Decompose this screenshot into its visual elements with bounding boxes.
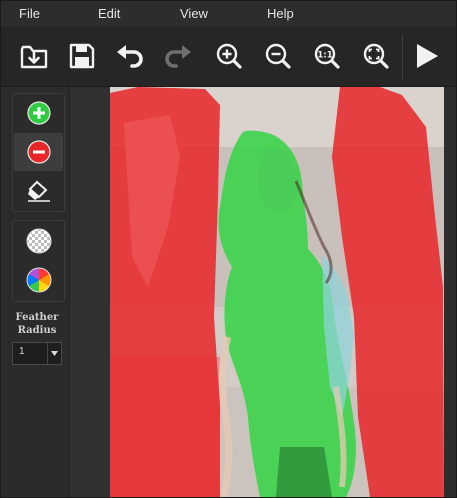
eraser-icon (27, 180, 50, 202)
undo-button[interactable] (112, 38, 148, 74)
save-icon (69, 43, 95, 69)
toolbar-separator (402, 34, 403, 80)
chevron-down-icon (47, 343, 61, 364)
marked-photo (110, 87, 444, 497)
background-color-button[interactable] (14, 261, 63, 299)
open-button[interactable] (16, 38, 52, 74)
transparency-button[interactable] (14, 222, 63, 260)
canvas-right-margin (444, 87, 456, 497)
keep-brush-button[interactable] (14, 94, 63, 132)
tool-panel: Feather Radius 1 (1, 87, 69, 497)
fit-to-window-icon (363, 43, 389, 69)
remove-mark-floor (110, 357, 220, 497)
eraser-button[interactable] (14, 172, 63, 210)
actual-size-icon: 1:1 (314, 43, 340, 69)
photo-bag (276, 447, 332, 497)
zoom-in-icon (216, 43, 242, 69)
svg-text:1:1: 1:1 (317, 51, 332, 61)
minus-circle-icon (26, 140, 51, 164)
actual-size-button[interactable]: 1:1 (309, 38, 345, 74)
remove-brush-button[interactable] (14, 133, 63, 171)
feather-label-line1: Feather (15, 312, 59, 323)
feather-radius-value: 1 (19, 346, 25, 357)
feather-radius-label: Feather Radius (7, 311, 67, 337)
undo-icon (117, 45, 143, 68)
zoom-in-button[interactable] (211, 38, 247, 74)
color-wheel-icon (26, 267, 51, 293)
menu-edit[interactable]: Edit (98, 1, 120, 27)
checkerboard-icon (26, 228, 51, 254)
feather-label-line2: Radius (17, 325, 57, 336)
redo-button[interactable] (160, 38, 196, 74)
zoom-out-icon (265, 43, 291, 69)
image-canvas[interactable] (110, 87, 444, 497)
plus-circle-icon (26, 101, 51, 125)
menu-file[interactable]: File (19, 1, 40, 27)
mark-tools-group (12, 93, 65, 212)
open-folder-icon (20, 45, 48, 69)
menu-bar: File Edit View Help (1, 1, 456, 28)
zoom-out-button[interactable] (260, 38, 296, 74)
view-tools-group (12, 220, 65, 302)
redo-icon (165, 45, 191, 68)
app-window: File Edit View Help 1:1 Feather Radius 1 (0, 0, 457, 498)
process-button[interactable] (409, 38, 445, 74)
feather-radius-select[interactable]: 1 (12, 342, 62, 365)
save-button[interactable] (64, 38, 100, 74)
toolbar: 1:1 (1, 28, 456, 87)
fit-to-window-button[interactable] (358, 38, 394, 74)
canvas-gutter (69, 87, 110, 497)
menu-view[interactable]: View (180, 1, 208, 27)
play-icon (417, 44, 438, 68)
menu-help[interactable]: Help (267, 1, 294, 27)
